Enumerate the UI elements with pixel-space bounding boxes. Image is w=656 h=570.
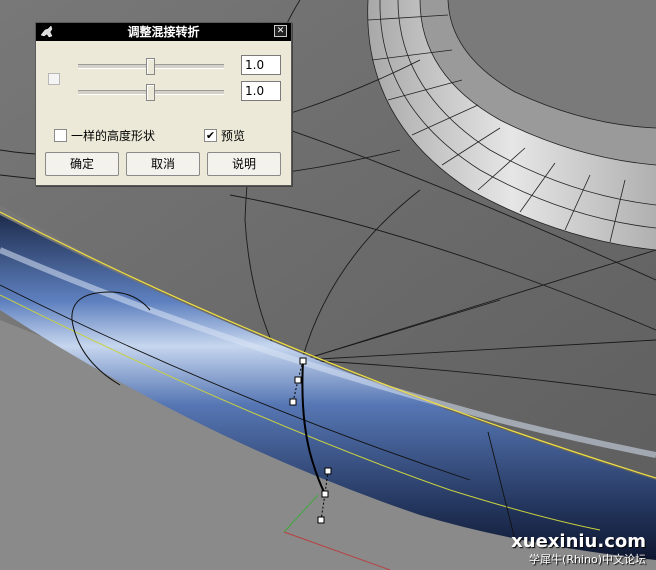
same-height-checkbox[interactable]	[54, 128, 67, 142]
same-height-label: 一样的高度形状	[71, 128, 156, 143]
dialog-titlebar[interactable]: 调整混接转折 ✕	[36, 23, 291, 41]
site-watermark: xuexiniu.com 学犀牛(Rhino)中文论坛	[511, 531, 646, 567]
preview-label: 预览	[221, 128, 246, 143]
adjust-blend-bulge-dialog: 调整混接转折 ✕ 一样的高度形状 ✔ 预览 确定 取消 说明	[35, 22, 292, 186]
ok-button[interactable]: 确定	[45, 152, 119, 176]
close-button[interactable]: ✕	[274, 25, 287, 37]
bulge-value-1-input[interactable]	[241, 55, 281, 75]
control-point[interactable]	[317, 516, 325, 524]
watermark-subtitle: 学犀牛(Rhino)中文论坛	[529, 553, 646, 566]
bulge-slider-2[interactable]	[78, 84, 224, 101]
same-height-option[interactable]: 一样的高度形状	[54, 127, 155, 143]
control-point[interactable]	[299, 357, 307, 365]
control-point[interactable]	[289, 398, 297, 406]
cancel-button[interactable]: 取消	[126, 152, 200, 176]
link-sliders-checkbox[interactable]	[48, 73, 60, 85]
help-button[interactable]: 说明	[207, 152, 281, 176]
slider-thumb[interactable]	[146, 84, 155, 101]
control-point[interactable]	[321, 490, 329, 498]
watermark-site: xuexiniu.com	[511, 531, 646, 552]
slider-thumb[interactable]	[146, 58, 155, 75]
bulge-value-2-input[interactable]	[241, 81, 281, 101]
control-point[interactable]	[294, 376, 302, 384]
control-point[interactable]	[324, 467, 332, 475]
bulge-slider-1[interactable]	[78, 58, 224, 75]
rhino-logo-icon	[40, 25, 53, 38]
dialog-title: 调整混接转折	[127, 25, 200, 39]
preview-checkbox[interactable]: ✔	[204, 128, 217, 142]
preview-option[interactable]: ✔ 预览	[204, 127, 245, 143]
